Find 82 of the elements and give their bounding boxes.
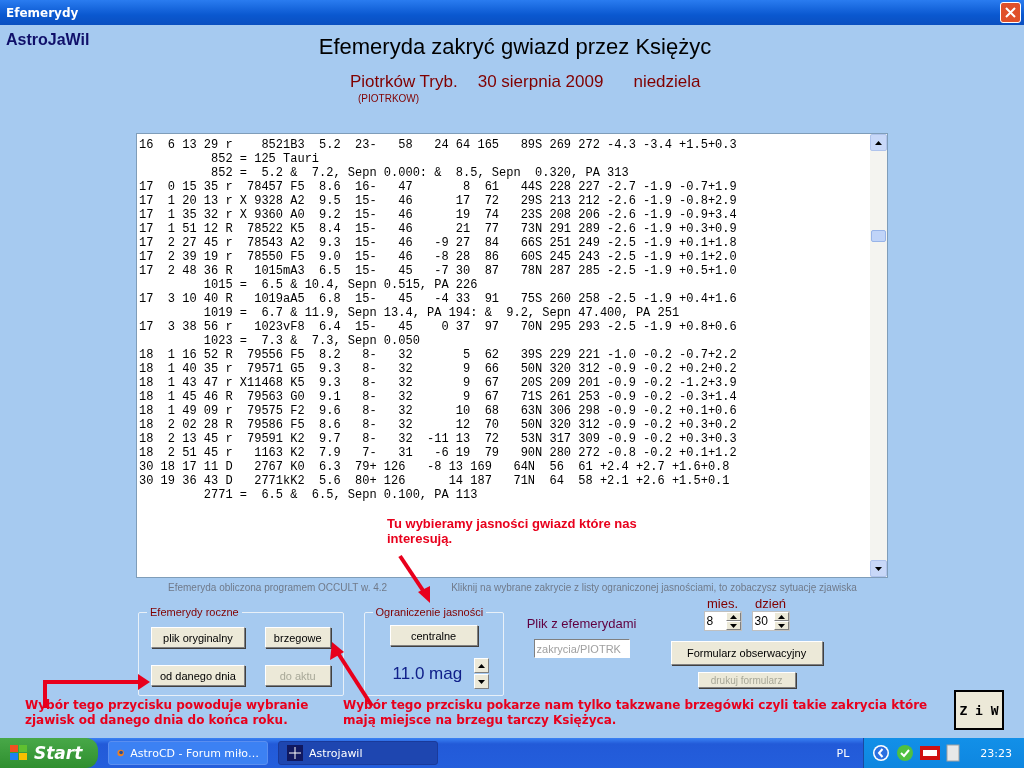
ephemeris-button[interactable]: od danego dnia bbox=[151, 665, 245, 686]
window-title: Efemerydy bbox=[6, 5, 79, 20]
location-name: Piotrków Tryb. bbox=[350, 72, 458, 92]
listing-line[interactable]: 17 2 27 45 r 78543 A2 9.3 15- 46 -9 27 84 66S 251 249 -2.5 -1.9 +0.1+1.8 bbox=[139, 236, 870, 250]
back-arrow-icon[interactable] bbox=[872, 744, 891, 762]
group-title: Efemerydy roczne bbox=[149, 606, 240, 618]
brand-name: AstroJaWil bbox=[6, 31, 90, 49]
caret-down-icon bbox=[777, 623, 785, 628]
document-icon[interactable] bbox=[946, 744, 961, 762]
listing-line[interactable]: 18 1 16 52 R 79556 F5 8.2 8- 32 5 62 39S 229 221 -1.0 -0.2 -0.7+2.2 bbox=[139, 348, 870, 362]
spin-down-button[interactable] bbox=[725, 621, 741, 630]
ziw-button[interactable]: Z i W bbox=[954, 690, 1004, 730]
listing-line[interactable]: 17 1 20 13 r X 9328 A2 9.5 15- 46 17 72 29S 213 212 -2.6 -1.9 -0.8+2.9 bbox=[139, 194, 870, 208]
spin-up-button[interactable] bbox=[725, 612, 741, 621]
listing-line[interactable]: 18 1 49 09 r 79575 F2 9.6 8- 32 10 68 63N 306 298 -0.9 -0.2 +0.1+0.6 bbox=[139, 404, 870, 418]
listing-line[interactable]: 2771 = 6.5 & 6.5, Sepn 0.100, PA 113 bbox=[139, 488, 870, 502]
caret-up-icon bbox=[777, 614, 785, 619]
spin-up-button[interactable] bbox=[474, 658, 490, 673]
location-code: (PIOTRKOW) bbox=[358, 93, 421, 106]
listing-line[interactable]: 18 2 02 28 R 79586 F5 8.6 8- 32 12 70 50N 320 312 -0.9 -0.2 +0.3+0.2 bbox=[139, 418, 870, 432]
page-heading: Efemeryda zakryć gwiazd przez Księżyc bbox=[318, 34, 712, 60]
form-button[interactable]: Formularz obserwacyjny bbox=[670, 641, 823, 665]
ephemeris-button[interactable]: brzegowe bbox=[264, 627, 331, 648]
listing-line[interactable]: 18 1 43 47 r X11468 K5 9.3 8- 32 9 67 20S 209 201 -0.9 -0.2 -1.2+3.9 bbox=[139, 376, 870, 390]
group-title: Ograniczenie jasności bbox=[374, 606, 485, 618]
date-spinner[interactable]: 30 bbox=[751, 611, 790, 631]
caret-up-icon bbox=[478, 663, 486, 668]
picker-label: dzień bbox=[755, 596, 787, 611]
listing-line[interactable]: 17 1 51 12 R 78522 K5 8.4 15- 46 21 77 73N 291 289 -2.6 -1.9 +0.3+0.9 bbox=[139, 222, 870, 236]
listing-line[interactable]: 18 2 51 45 r 1163 K2 7.9 7- 31 -6 19 79 90N 280 272 -0.8 -0.2 +0.1+1.2 bbox=[139, 446, 870, 460]
windows-logo-icon bbox=[10, 745, 28, 761]
caret-down-icon bbox=[729, 623, 737, 628]
central-button[interactable]: centralne bbox=[389, 625, 478, 646]
taskbar-button[interactable]: Astrojawil bbox=[278, 741, 438, 765]
listing-line[interactable]: 852 = 125 Tauri bbox=[139, 152, 870, 166]
scroll-thumb[interactable] bbox=[871, 230, 886, 242]
listing-line[interactable]: 1015 = 6.5 & 10.4, Sepn 0.515, PA 226 bbox=[139, 278, 870, 292]
listing-line[interactable]: 30 19 36 43 D 2771kK2 5.6 80+ 126 14 187 71N 64 58 +2.1 +2.6 +1.5+0.1 bbox=[139, 474, 870, 488]
caret-down-icon bbox=[478, 679, 486, 684]
caret-up-icon bbox=[729, 614, 737, 619]
program-note: Efemeryda obliczona programem OCCULT w. 4.2 bbox=[168, 582, 388, 595]
ephemeris-button[interactable]: plik oryginalny bbox=[151, 627, 245, 648]
close-button[interactable] bbox=[1000, 2, 1021, 23]
listing-line[interactable]: 17 3 38 56 r 1023vF8 6.4 15- 45 0 37 97 70N 295 293 -2.5 -1.9 +0.8+0.6 bbox=[139, 320, 870, 334]
listing-line[interactable]: 18 1 40 35 r 79571 G5 9.3 8- 32 9 66 50N 320 312 -0.9 -0.2 +0.2+0.2 bbox=[139, 362, 870, 376]
close-icon bbox=[1005, 7, 1016, 18]
listing-line[interactable]: 18 2 13 45 r 79591 K2 9.7 8- 32 -11 13 72 53N 317 309 -0.9 -0.2 +0.3+0.3 bbox=[139, 432, 870, 446]
listing-line[interactable]: 17 2 48 36 R 1015mA3 6.5 15- 45 -7 30 87 78N 287 285 -2.5 -1.9 +0.5+1.0 bbox=[139, 264, 870, 278]
hint-text: Kliknij na wybrane zakrycie z listy ograniczonej jasnościami, to zobaczysz sytuację zjawiska bbox=[451, 582, 857, 595]
listing-line[interactable]: 17 2 39 19 r 78550 F5 9.0 15- 46 -8 28 86 60S 245 243 -2.5 -1.9 +0.1+2.0 bbox=[139, 250, 870, 264]
annotation-arrow bbox=[398, 554, 430, 603]
graphics-tray-icon[interactable] bbox=[920, 746, 941, 760]
file-label: Plik z efemerydami bbox=[526, 616, 637, 631]
listing-line[interactable]: 17 1 35 32 r X 9360 A0 9.2 15- 46 19 74 23S 208 206 -2.6 -1.9 -0.9+3.4 bbox=[139, 208, 870, 222]
annotation-text: Tu wybieramy jasności gwiazd które nas interesują. bbox=[387, 516, 638, 546]
spin-down-button[interactable] bbox=[773, 621, 789, 630]
caret-down-icon bbox=[875, 566, 882, 571]
listing-line[interactable]: 1023 = 7.3 & 7.3, Sepn 0.050 bbox=[139, 334, 870, 348]
listing-line[interactable]: 1019 = 6.7 & 11.9, Sepn 13.4, PA 194: & 9.2, Sepn 47.400, PA 251 bbox=[139, 306, 870, 320]
clock: 23:23 bbox=[980, 746, 1012, 760]
shield-check-icon[interactable] bbox=[896, 744, 915, 762]
taskbar-button[interactable]: AstroCD - Forum miło… bbox=[108, 741, 268, 765]
date-text: 30 sierpnia 2009 bbox=[477, 72, 604, 92]
listing-line[interactable]: 17 0 15 35 r 78457 F5 8.6 16- 47 8 61 44S 228 227 -2.7 -1.9 -0.7+1.9 bbox=[139, 180, 870, 194]
magnitude-value: 11.0 mag bbox=[392, 663, 463, 684]
scroll-up-button[interactable] bbox=[870, 134, 887, 151]
scroll-down-button[interactable] bbox=[870, 560, 887, 577]
date-spinner[interactable]: 8 bbox=[703, 611, 742, 631]
listing-line[interactable]: 30 18 17 11 D 2767 K0 6.3 79+ 126 -8 13 169 64N 56 61 +2.4 +2.7 +1.6+0.8 bbox=[139, 460, 870, 474]
scrollbar[interactable] bbox=[870, 134, 887, 577]
spin-up-button[interactable] bbox=[773, 612, 789, 621]
weekday-text: niedziela bbox=[633, 72, 701, 92]
start-button[interactable]: Start bbox=[0, 738, 98, 768]
picker-label: mies. bbox=[707, 596, 739, 611]
language-indicator[interactable]: PL bbox=[836, 746, 850, 760]
listing-line[interactable]: 18 1 45 46 R 79563 G0 9.1 8- 32 9 67 71S 261 253 -0.9 -0.2 -0.3+1.4 bbox=[139, 390, 870, 404]
listing-line[interactable]: 16 6 13 29 r 8521B3 5.2 23- 58 24 64 165 89S 269 272 -4.3 -3.4 +1.5+0.3 bbox=[139, 138, 870, 152]
caret-up-icon bbox=[875, 140, 882, 145]
listing-line[interactable]: 852 = 5.2 & 7.2, Sepn 0.000: & 8.5, Sepn 0.320, PA 313 bbox=[139, 166, 870, 180]
spin-down-button[interactable] bbox=[474, 674, 490, 689]
ephemeris-listing[interactable] bbox=[136, 133, 888, 578]
listing-line[interactable]: 17 3 10 40 R 1019aA5 6.8 15- 45 -4 33 91 75S 260 258 -2.5 -1.9 +0.4+1.6 bbox=[139, 292, 870, 306]
